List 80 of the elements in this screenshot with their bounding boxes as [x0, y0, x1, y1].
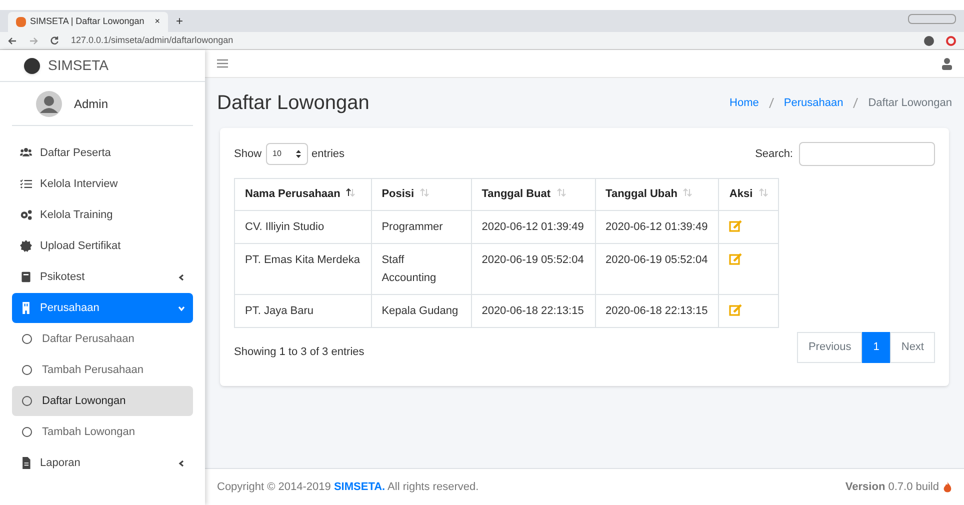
- edit-icon[interactable]: [729, 220, 742, 232]
- pagination-button[interactable]: 1: [862, 332, 890, 362]
- badge-icon: [20, 240, 32, 252]
- brand-name[interactable]: SIMSETA: [48, 55, 108, 76]
- breadcrumb-link[interactable]: Perusahaan: [784, 94, 844, 112]
- caret-icon: [178, 304, 185, 312]
- menu-icon[interactable]: [217, 59, 228, 68]
- breadcrumb-current: Daftar Lowongan: [868, 96, 952, 111]
- forward-icon[interactable]: [29, 36, 38, 44]
- entries-select[interactable]: 10: [266, 143, 308, 165]
- slash-icon: [768, 98, 774, 108]
- table-cell: 2020-06-12 01:39:49: [471, 210, 596, 244]
- table-cell: PT. Jaya Baru: [234, 294, 372, 328]
- user-icon[interactable]: [942, 58, 952, 70]
- sort-icon: [420, 188, 430, 198]
- users-icon: [20, 147, 32, 159]
- building-icon: [20, 302, 32, 314]
- caret-icon: [178, 274, 185, 280]
- column-header[interactable]: Posisi: [371, 178, 472, 210]
- sort-icon: [556, 188, 566, 198]
- sidebar-subitem[interactable]: Daftar Perusahaan: [12, 324, 193, 354]
- tab-title: SIMSETA | Daftar Lowongan: [30, 15, 146, 28]
- reload-icon[interactable]: [50, 36, 59, 45]
- sidebar-item[interactable]: Daftar Peserta: [12, 138, 193, 168]
- entries-label: entries: [312, 146, 345, 162]
- table-cell: 2020-06-19 05:52:04: [471, 244, 596, 294]
- table-cell: 2020-06-19 05:52:04: [595, 244, 719, 294]
- logo-icon: [24, 58, 40, 74]
- table-info: Showing 1 to 3 of 3 entries: [234, 345, 364, 360]
- file-icon: [20, 457, 32, 469]
- breadcrumb-link[interactable]: Home: [730, 94, 759, 112]
- book-icon: [20, 271, 32, 283]
- sidebar-item[interactable]: Upload Sertifikat: [12, 231, 193, 261]
- new-tab-button[interactable]: +: [168, 12, 192, 32]
- search-field[interactable]: [799, 142, 935, 166]
- address-field[interactable]: 127.0.0.1/simseta/admin/daftarlowongan: [71, 34, 234, 48]
- table-cell: Kepala Gudang: [371, 294, 472, 328]
- pagination-button[interactable]: Next: [890, 332, 935, 362]
- edit-icon[interactable]: [729, 304, 742, 316]
- user-name[interactable]: Admin: [74, 94, 108, 112]
- close-tab-button[interactable]: ×: [154, 15, 160, 29]
- table-cell: Programmer: [371, 210, 472, 244]
- table-cell: CV. Illiyin Studio: [234, 210, 372, 244]
- table-cell: 2020-06-18 22:13:15: [595, 294, 719, 328]
- sidebar-item[interactable]: Perusahaan: [12, 293, 193, 323]
- back-icon[interactable]: [8, 36, 17, 44]
- pagination-button[interactable]: Previous: [797, 332, 862, 362]
- caret-icon: [178, 460, 185, 466]
- slash-icon: [853, 98, 858, 108]
- column-header[interactable]: Tanggal Buat: [471, 178, 596, 210]
- sidebar-item[interactable]: Psikotest: [12, 262, 193, 292]
- sidebar-item[interactable]: Kelola Interview: [12, 169, 193, 199]
- table-cell: PT. Emas Kita Merdeka: [234, 244, 372, 294]
- list-icon: [20, 178, 32, 190]
- sort-icon: [683, 188, 692, 198]
- select-arrows-icon: [296, 150, 301, 158]
- page-title: Daftar Lowongan: [217, 91, 370, 116]
- sidebar-subitem[interactable]: Tambah Perusahaan: [12, 355, 193, 385]
- user-avatar-icon: [36, 90, 62, 116]
- copyright-text: Copyright © 2014-2019 SIMSETA. All rights reserved.: [217, 480, 479, 495]
- flame-icon: [943, 481, 952, 493]
- sort-icon: [346, 188, 356, 198]
- version-text: Version 0.7.0 build: [845, 480, 939, 495]
- sidebar-item[interactable]: Kelola Training: [12, 200, 193, 230]
- sidebar-subitem[interactable]: Tambah Lowongan: [12, 417, 193, 447]
- sidebar-subitem[interactable]: Daftar Lowongan: [12, 386, 193, 416]
- sidebar-item[interactable]: Laporan: [12, 448, 193, 478]
- browser-tab[interactable]: SIMSETA | Daftar Lowongan ×: [8, 12, 168, 32]
- show-label: Show: [234, 146, 262, 162]
- sort-icon: [758, 188, 768, 198]
- table-cell: Staff Accounting: [371, 244, 472, 294]
- table-cell: 2020-06-12 01:39:49: [595, 210, 719, 244]
- search-label: Search:: [755, 146, 793, 162]
- table-cell: 2020-06-18 22:13:15: [471, 294, 596, 328]
- column-header[interactable]: Nama Perusahaan: [234, 178, 372, 210]
- gears-icon: [20, 209, 32, 221]
- column-header[interactable]: Tanggal Ubah: [595, 178, 719, 210]
- favicon-icon: [16, 17, 26, 27]
- column-header[interactable]: Aksi: [718, 178, 778, 210]
- edit-icon[interactable]: [729, 253, 742, 265]
